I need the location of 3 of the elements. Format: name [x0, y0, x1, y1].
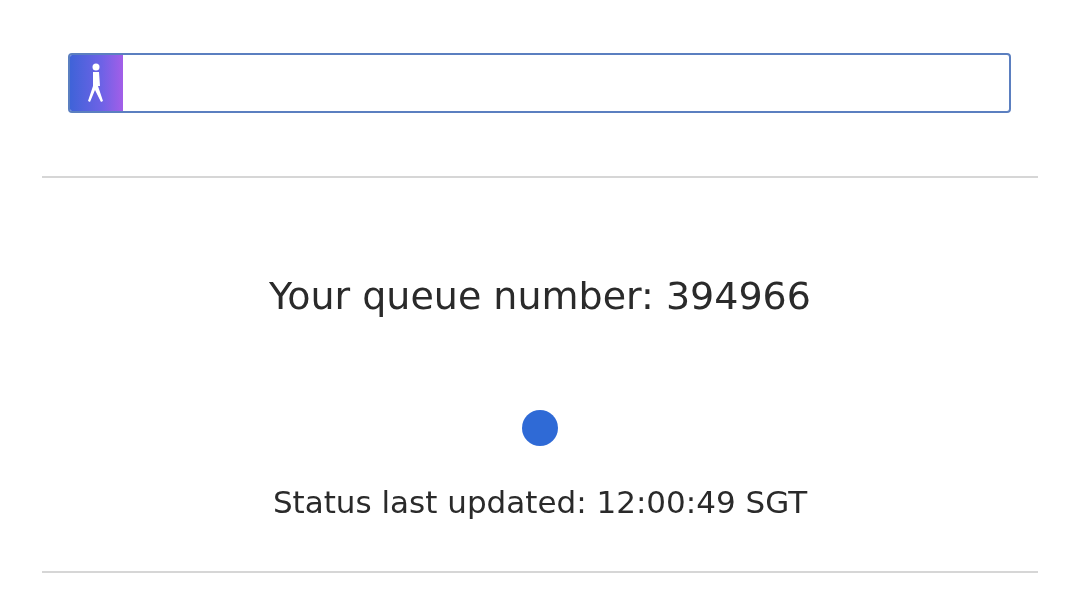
status-updated-text: Status last updated: 12:00:49 SGT — [271, 483, 809, 522]
queue-number: Your queue number: 394966 — [268, 273, 812, 320]
status-dot — [522, 410, 558, 446]
